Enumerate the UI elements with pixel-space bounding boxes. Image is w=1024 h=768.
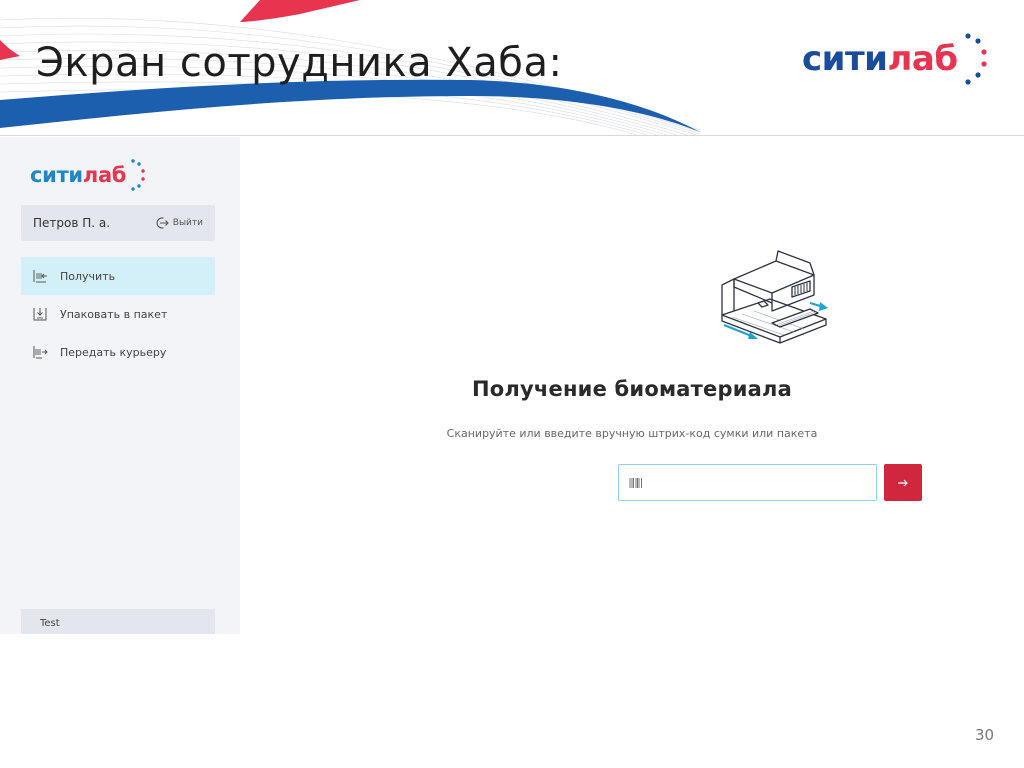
receive-icon [33,270,47,283]
barcode-icon [629,477,642,488]
logout-label: Выйти [172,218,203,228]
sidebar-logo-dots-icon [131,159,145,191]
page-title: Получение биоматериала [472,377,792,401]
sidebar-citilab-logo: сити лаб [30,157,147,193]
submit-barcode-button[interactable] [884,464,922,501]
logout-icon [156,217,169,229]
sidebar: сити лаб Петров П. а. Выйти Получить Упа… [0,137,240,634]
logo-text-part1: сити [802,39,888,79]
slide-title: Экран сотрудника Хаба: [36,40,563,86]
main-panel: Получение биоматериала Сканируйте или вв… [240,137,1024,634]
sidebar-logo-text-part2: лаб [82,163,127,187]
arrow-right-icon [898,479,908,486]
citilab-logo: сити лаб [802,30,992,88]
sidebar-menu: Получить Упаковать в пакет Передать курь… [21,257,215,371]
sidebar-item-receive[interactable]: Получить [21,257,215,295]
scanner-illustration-icon [721,250,828,344]
sidebar-logo-text-part1: сити [30,163,83,187]
sidebar-item-pack[interactable]: Упаковать в пакет [21,295,215,333]
slide-header: Экран сотрудника Хаба: сити лаб [0,0,1024,136]
sidebar-footer: Test [21,609,215,634]
barcode-input[interactable] [649,467,876,498]
header-divider [0,135,1024,136]
logo-dots-icon [965,33,987,85]
page-number: 30 [975,726,995,744]
logo-text-part2: лаб [887,39,959,79]
sidebar-item-courier[interactable]: Передать курьеру [21,333,215,371]
user-name: Петров П. а. [33,216,111,230]
pack-icon [33,308,47,321]
sidebar-item-label: Передать курьеру [60,345,167,359]
page-subtitle: Сканируйте или введите вручную штрих-код… [446,427,818,440]
sidebar-item-label: Получить [60,269,116,283]
barcode-field[interactable] [618,464,877,501]
courier-icon [33,346,48,359]
user-panel: Петров П. а. Выйти [21,205,215,241]
logout-button[interactable]: Выйти [155,216,203,230]
sidebar-item-label: Упаковать в пакет [60,307,168,321]
